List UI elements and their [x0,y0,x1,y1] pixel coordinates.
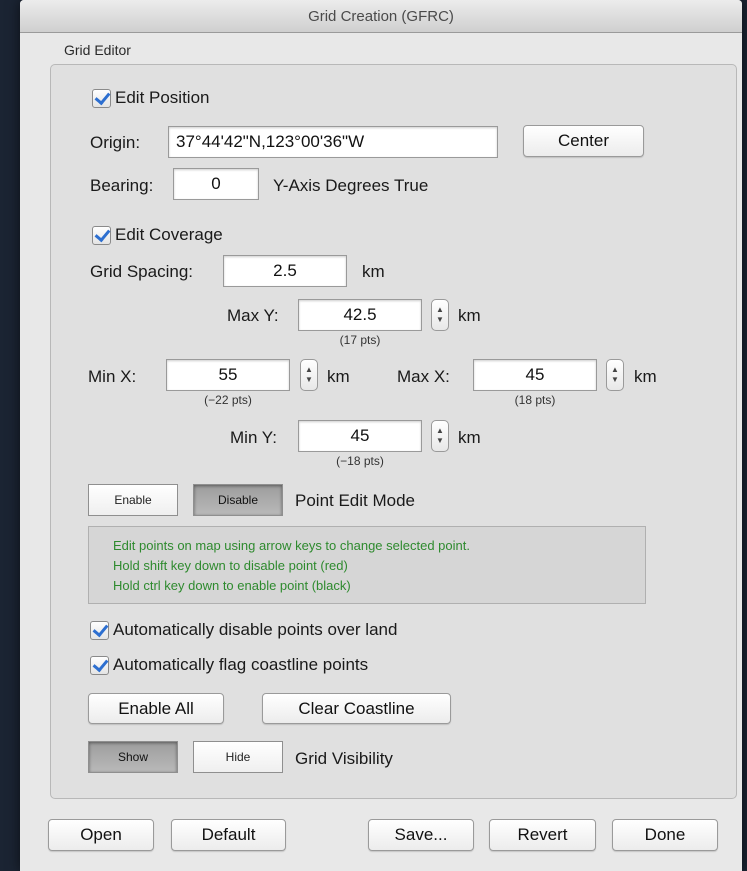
stepper-up-icon[interactable]: ▲ [436,426,444,436]
max-y-label: Max Y: [227,306,279,325]
grid-creation-window: Grid Creation (GFRC) Grid Editor Edit Po… [20,0,742,871]
stepper-up-icon[interactable]: ▲ [611,365,619,375]
edit-position-checkbox-row[interactable]: Edit Position [92,88,210,108]
instruction-line-1: Edit points on map using arrow keys to c… [113,538,470,553]
clear-coastline-button[interactable]: Clear Coastline [262,693,451,724]
flag-coastline-checkbox-row[interactable]: Automatically flag coastline points [90,655,368,675]
disable-land-checkbox-row[interactable]: Automatically disable points over land [90,620,397,640]
edit-position-label: Edit Position [115,88,210,107]
stepper-down-icon[interactable]: ▼ [611,375,619,385]
max-x-units: km [634,367,657,386]
min-y-input[interactable]: 45 [298,420,422,452]
max-y-stepper[interactable]: ▲ ▼ [431,299,449,331]
min-y-units: km [458,428,481,447]
grid-spacing-input[interactable]: 2.5 [223,255,347,287]
point-edit-mode-label: Point Edit Mode [295,491,416,510]
max-x-input[interactable]: 45 [473,359,597,391]
min-x-label: Min X: [88,367,137,386]
min-x-input[interactable]: 55 [166,359,290,391]
max-y-pts: (17 pts) [339,333,381,347]
bearing-label: Bearing: [90,176,154,195]
enable-all-button[interactable]: Enable All [88,693,224,724]
min-y-stepper[interactable]: ▲ ▼ [431,420,449,452]
default-button[interactable]: Default [171,819,286,851]
max-y-units: km [458,306,481,325]
open-button[interactable]: Open [48,819,154,851]
stepper-down-icon[interactable]: ▼ [305,375,313,385]
max-y-input[interactable]: 42.5 [298,299,422,331]
max-x-pts: (18 pts) [514,393,556,407]
edit-coverage-checkbox-row[interactable]: Edit Coverage [92,225,223,245]
origin-label: Origin: [90,133,141,152]
min-x-units: km [327,367,350,386]
instruction-line-2: Hold shift key down to disable point (re… [113,558,348,573]
grid-visibility-label: Grid Visibility [295,749,393,768]
save-button[interactable]: Save... [368,819,474,851]
bearing-input[interactable]: 0 [173,168,259,200]
instruction-line-3: Hold ctrl key down to enable point (blac… [113,578,351,593]
min-y-pts: (−18 pts) [336,454,384,468]
point-edit-enable-button[interactable]: Enable [88,484,178,516]
disable-land-checkbox[interactable] [90,620,109,640]
stepper-up-icon[interactable]: ▲ [436,305,444,315]
max-x-label: Max X: [397,367,450,386]
grid-spacing-label: Grid Spacing: [90,262,193,281]
origin-input[interactable]: 37°44'42"N,123°00'36"W [168,126,498,158]
edit-coverage-checkbox[interactable] [92,225,111,245]
max-x-stepper[interactable]: ▲ ▼ [606,359,624,391]
point-edit-disable-button[interactable]: Disable [193,484,283,516]
edit-position-checkbox[interactable] [92,88,111,108]
grid-hide-button[interactable]: Hide [193,741,283,773]
grid-spacing-units: km [362,262,385,281]
flag-coastline-label: Automatically flag coastline points [113,655,369,674]
min-y-label: Min Y: [230,428,277,447]
grid-editor-group-label: Grid Editor [64,42,131,58]
stepper-up-icon[interactable]: ▲ [305,365,313,375]
done-button[interactable]: Done [612,819,718,851]
revert-button[interactable]: Revert [489,819,596,851]
min-x-pts: (−22 pts) [204,393,252,407]
center-button[interactable]: Center [523,125,644,157]
grid-show-button[interactable]: Show [88,741,178,773]
window-title: Grid Creation (GFRC) [20,0,742,33]
stepper-down-icon[interactable]: ▼ [436,436,444,446]
stepper-down-icon[interactable]: ▼ [436,315,444,325]
bearing-units-label: Y-Axis Degrees True [273,176,429,195]
disable-land-label: Automatically disable points over land [113,620,398,639]
flag-coastline-checkbox[interactable] [90,655,109,675]
min-x-stepper[interactable]: ▲ ▼ [300,359,318,391]
point-edit-instructions: Edit points on map using arrow keys to c… [88,526,646,604]
edit-coverage-label: Edit Coverage [115,225,223,244]
